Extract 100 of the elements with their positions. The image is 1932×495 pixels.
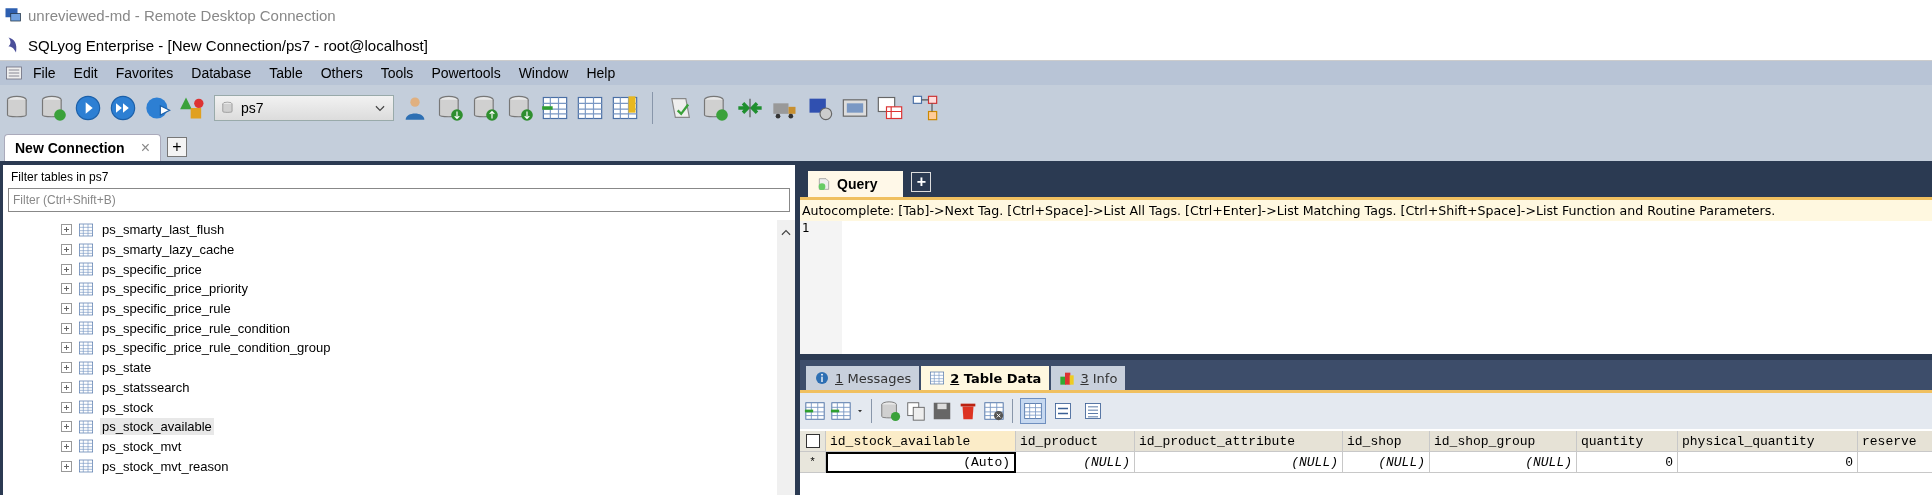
database-import-icon[interactable] xyxy=(506,94,534,122)
table-cell: (NULL) xyxy=(1430,452,1577,473)
grid-view-icon xyxy=(1023,401,1043,421)
column-header[interactable]: id_stock_available xyxy=(826,431,1016,452)
column-header[interactable]: quantity xyxy=(1577,431,1678,452)
save-icon[interactable] xyxy=(931,400,953,422)
table-icon xyxy=(78,221,94,238)
window-title: unreviewed-md - Remote Desktop Connection xyxy=(28,6,336,24)
menu-item[interactable]: Powertools xyxy=(422,65,510,81)
table-import-icon[interactable] xyxy=(541,94,569,122)
column-header[interactable]: physical_quantity xyxy=(1678,431,1858,452)
table-icon xyxy=(78,458,94,475)
column-header[interactable]: id_shop xyxy=(1343,431,1430,452)
expand-toggle[interactable] xyxy=(61,460,72,472)
tree-item[interactable]: ps_stock xyxy=(100,398,156,416)
grid-view-button[interactable] xyxy=(1020,398,1046,424)
expand-toggle[interactable] xyxy=(61,322,72,334)
menu-item[interactable]: Window xyxy=(509,65,578,81)
app-menu-icon[interactable] xyxy=(4,64,24,82)
tree-item[interactable]: ps_specific_price_rule_condition xyxy=(100,319,292,337)
scrollbar[interactable] xyxy=(777,220,795,495)
add-database-icon[interactable] xyxy=(39,94,67,122)
expand-toggle[interactable] xyxy=(61,342,72,354)
tree-item[interactable]: ps_statssearch xyxy=(100,378,192,396)
menu-item[interactable]: Favorites xyxy=(106,65,183,81)
tree-item[interactable]: ps_smarty_lazy_cache xyxy=(100,241,237,259)
tree-item[interactable]: ps_state xyxy=(100,359,154,377)
tree-item[interactable]: ps_specific_price xyxy=(100,260,204,278)
expand-toggle[interactable] xyxy=(61,263,72,275)
column-header[interactable]: id_product xyxy=(1016,431,1135,452)
cancel-changes-icon[interactable] xyxy=(983,400,1005,422)
database-dropdown[interactable]: ps7 xyxy=(214,95,394,121)
add-row-icon[interactable] xyxy=(879,400,901,422)
info-icon xyxy=(814,370,830,386)
table-grid-icon[interactable] xyxy=(876,94,904,122)
menu-item[interactable]: Help xyxy=(577,65,625,81)
database-sync-icon[interactable] xyxy=(701,94,729,122)
line-number: 1 xyxy=(802,221,811,235)
close-tab-button[interactable]: × xyxy=(140,139,150,157)
query-icon xyxy=(816,176,832,192)
duplicate-row-icon[interactable] xyxy=(905,400,927,422)
row-marker: * xyxy=(800,452,826,473)
new-tab-button[interactable]: + xyxy=(167,137,187,157)
column-header[interactable]: reserve xyxy=(1858,431,1932,452)
table-icon xyxy=(78,418,94,435)
expand-toggle[interactable] xyxy=(61,440,72,452)
result-tab[interactable]: 2 Table Data xyxy=(921,366,1050,390)
table-cell: (Auto) xyxy=(826,452,1016,473)
database-icon xyxy=(221,100,235,116)
expand-toggle[interactable] xyxy=(61,283,72,295)
menu-item[interactable]: Tools xyxy=(371,65,423,81)
database-download-icon[interactable] xyxy=(436,94,464,122)
select-all-checkbox[interactable] xyxy=(805,434,820,448)
table-icon xyxy=(78,241,94,258)
tree-item[interactable]: ps_stock_mvt xyxy=(100,437,184,455)
menu-item[interactable]: Database xyxy=(182,65,261,81)
table-cell: (NULL) xyxy=(1135,452,1343,473)
tree-item[interactable]: ps_smarty_last_flush xyxy=(100,221,227,239)
expand-toggle[interactable] xyxy=(61,401,72,413)
tree-item[interactable]: ps_specific_price_priority xyxy=(100,280,250,298)
tree-item[interactable]: ps_specific_price_rule xyxy=(100,300,233,318)
expand-toggle[interactable] xyxy=(61,244,72,256)
expand-toggle[interactable] xyxy=(61,381,72,393)
schema-diagram-icon[interactable] xyxy=(911,94,939,122)
result-tab[interactable]: 1 Messages xyxy=(806,366,920,390)
table-icon xyxy=(78,261,94,278)
tree-item[interactable]: ps_stock_mvt_reason xyxy=(100,457,231,475)
tree-item[interactable]: ps_specific_price_rule_condition_group xyxy=(100,339,333,357)
table-icon xyxy=(78,300,94,317)
expand-toggle[interactable] xyxy=(61,224,72,236)
insert-rows-icon[interactable] xyxy=(830,400,852,422)
new-query-button[interactable]: + xyxy=(911,172,932,192)
tree-item[interactable]: ps_stock_available xyxy=(100,418,214,436)
query-tab[interactable]: Query xyxy=(808,171,904,197)
expand-toggle[interactable] xyxy=(61,421,72,433)
filter-label: Filter tables in ps7 xyxy=(10,169,110,186)
autocomplete-hint: Autocomplete: [Tab]->Next Tag. [Ctrl+Space]->List All Tags. [Ctrl+Enter]->List Matching Tags. [Ctrl+Shift+Space]->List Function and Routine Parameters. xyxy=(800,197,1932,221)
table-key-icon[interactable] xyxy=(611,94,639,122)
connection-tab[interactable]: New Connection × xyxy=(4,134,161,161)
insert-row-icon[interactable] xyxy=(804,400,826,422)
table-icon xyxy=(78,359,94,376)
table-cell: (NULL) xyxy=(1016,452,1135,473)
menu-item[interactable]: Edit xyxy=(64,65,107,81)
expand-toggle[interactable] xyxy=(61,303,72,315)
table-icon xyxy=(78,339,94,356)
table-icon xyxy=(78,320,94,337)
execute-all-icon[interactable] xyxy=(109,94,137,122)
table-icon[interactable] xyxy=(576,94,604,122)
result-tab[interactable]: 3 Info xyxy=(1051,366,1126,390)
expand-toggle[interactable] xyxy=(61,362,72,374)
execute-icon[interactable] xyxy=(74,94,102,122)
table-icon xyxy=(929,370,946,386)
menu-item[interactable]: File xyxy=(24,65,65,81)
table-cell: 0 xyxy=(1577,452,1678,473)
column-header[interactable]: id_shop_group xyxy=(1430,431,1577,452)
database-upload-icon[interactable] xyxy=(471,94,499,122)
filter-field[interactable]: Filter (Ctrl+Shift+B) xyxy=(8,188,790,212)
menu-item[interactable]: Table xyxy=(260,65,312,81)
column-header[interactable]: id_product_attribute xyxy=(1135,431,1343,452)
menu-item[interactable]: Others xyxy=(311,65,372,81)
